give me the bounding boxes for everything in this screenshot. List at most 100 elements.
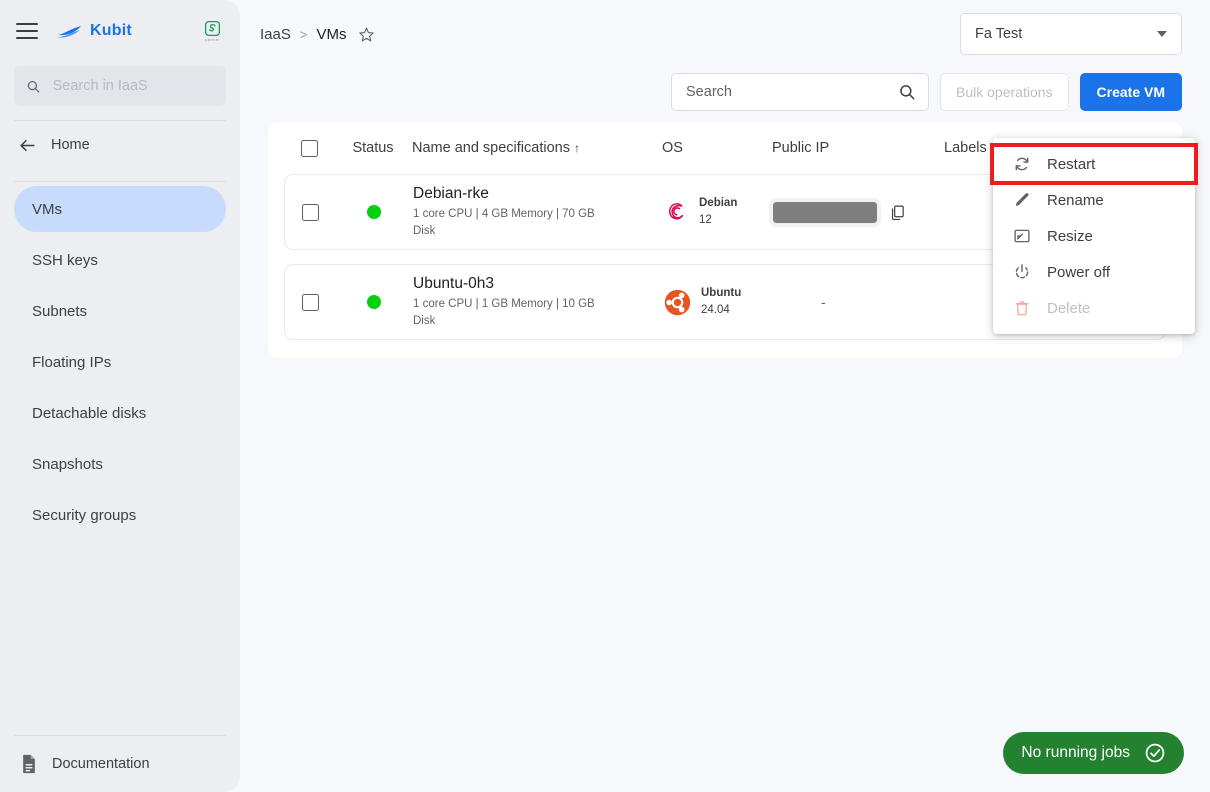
brand-logo[interactable]: Kubit — [56, 22, 132, 40]
column-header-os[interactable]: OS — [662, 140, 772, 156]
sidebar-search-input[interactable] — [52, 78, 214, 94]
search-icon — [27, 80, 40, 93]
arrow-left-icon — [20, 139, 35, 151]
sidebar-home-label: Home — [51, 137, 90, 153]
os-name: Debian — [699, 197, 738, 210]
sidebar-search[interactable] — [14, 66, 226, 106]
row-status-cell — [335, 205, 413, 219]
search-input[interactable] — [686, 84, 899, 100]
public-ip-value: - — [821, 294, 826, 310]
main-content: IaaS > VMs Fa Test Bulk operations — [240, 0, 1210, 792]
menu-item-resize[interactable]: Resize — [993, 218, 1195, 254]
breadcrumb: IaaS > VMs — [260, 26, 375, 43]
row-public-ip-cell: - — [773, 294, 945, 310]
s-logo-glyph — [205, 20, 220, 36]
breadcrumb-separator: > — [299, 26, 308, 42]
row-name-cell: Ubuntu-0h3 1 core CPU | 1 GB Memory | 10… — [413, 275, 663, 329]
sidebar-item-label: Detachable disks — [32, 404, 147, 422]
vm-actions-context-menu: Restart Rename Resize Power off Delete — [990, 138, 1198, 334]
sidebar-item-label: Snapshots — [32, 455, 103, 473]
menu-item-label: Delete — [1047, 299, 1091, 317]
menu-item-delete: Delete — [993, 290, 1195, 326]
vm-specs: 1 core CPU | 4 GB Memory | 70 GB Disk — [413, 208, 595, 237]
sidebar-item-label: Subnets — [32, 302, 88, 320]
running-jobs-status-pill[interactable]: No running jobs — [1003, 732, 1184, 774]
row-checkbox[interactable] — [301, 203, 319, 221]
sidebar-divider-nav — [14, 181, 226, 182]
os-version: 12 — [699, 214, 712, 226]
sidebar-item-vms[interactable]: VMs — [14, 186, 226, 232]
sidebar-item-label: Security groups — [32, 506, 137, 524]
column-header-public-ip[interactable]: Public IP — [772, 140, 944, 156]
row-checkbox[interactable] — [301, 293, 319, 311]
star-outline-icon[interactable] — [358, 26, 375, 43]
kubit-wave-logo — [57, 26, 81, 38]
vm-name[interactable]: Debian-rke — [413, 185, 613, 203]
os-version: 24.04 — [701, 304, 730, 316]
check-circle-icon — [1145, 743, 1165, 763]
sidebar-item-ssh-keys[interactable]: SSH keys — [14, 237, 226, 283]
row-os-cell: Debian 12 — [663, 195, 773, 228]
ubuntu-circle-of-friends-icon — [664, 289, 691, 315]
menu-item-restart[interactable]: Restart — [990, 143, 1198, 185]
table-toolbar: Bulk operations Create VM — [240, 68, 1210, 116]
sidebar-item-floating-ips[interactable]: Floating IPs — [14, 339, 226, 385]
sidebar-header: Kubit partner — [0, 0, 240, 62]
top-bar: IaaS > VMs Fa Test — [240, 0, 1210, 68]
sidebar-footer: Documentation — [0, 735, 240, 792]
os-name: Ubuntu — [701, 287, 742, 300]
sidebar-item-security-groups[interactable]: Security groups — [14, 492, 226, 538]
row-select-cell — [285, 203, 335, 221]
menu-item-label: Rename — [1047, 191, 1104, 209]
sort-ascending-icon: ↑ — [573, 141, 580, 155]
row-public-ip-cell — [769, 197, 945, 227]
search-icon[interactable] — [898, 83, 916, 101]
row-name-cell: Debian-rke 1 core CPU | 4 GB Memory | 70… — [413, 185, 663, 239]
sidebar-item-home[interactable]: Home — [0, 123, 240, 167]
menu-item-label: Restart — [1047, 155, 1096, 173]
debian-swirl-icon — [668, 202, 684, 220]
document-icon — [23, 754, 35, 774]
breadcrumb-current: VMs — [316, 25, 347, 43]
column-header-status[interactable]: Status — [334, 140, 412, 156]
resize-icon — [1013, 227, 1031, 245]
sidebar-item-snapshots[interactable]: Snapshots — [14, 441, 226, 487]
project-selector-value: Fa Test — [975, 26, 1023, 42]
s-logo-caption: partner — [205, 36, 220, 42]
hamburger-icon[interactable] — [16, 23, 38, 39]
vm-specs: 1 core CPU | 1 GB Memory | 10 GB Disk — [413, 298, 595, 327]
sidebar-item-label: VMs — [32, 200, 62, 218]
chevron-down-icon — [1157, 31, 1167, 37]
bulk-operations-button[interactable]: Bulk operations — [940, 73, 1069, 111]
running-jobs-label: No running jobs — [1021, 744, 1130, 761]
vm-name[interactable]: Ubuntu-0h3 — [413, 275, 613, 293]
sidebar-nav: VMs SSH keys Subnets Floating IPs Detach… — [0, 186, 240, 543]
power-off-icon — [1013, 263, 1031, 281]
status-badge-running — [367, 205, 381, 219]
select-all-checkbox[interactable] — [300, 139, 318, 157]
os-info: Ubuntu 24.04 — [701, 285, 741, 318]
sidebar-item-detachable-disks[interactable]: Detachable disks — [14, 390, 226, 436]
menu-item-rename[interactable]: Rename — [993, 182, 1195, 218]
status-badge-running — [367, 295, 381, 309]
s-logo[interactable]: partner — [205, 20, 220, 42]
copy-icon[interactable] — [889, 204, 906, 221]
sidebar: Kubit partner Home — [0, 0, 240, 792]
sidebar-item-subnets[interactable]: Subnets — [14, 288, 226, 334]
column-header-name-label: Name and specifications — [412, 140, 570, 156]
table-search[interactable] — [671, 73, 930, 111]
brand-name: Kubit — [90, 22, 132, 39]
breadcrumb-root[interactable]: IaaS — [260, 26, 291, 43]
sidebar-item-label: Floating IPs — [32, 353, 112, 371]
sidebar-item-label: SSH keys — [32, 251, 98, 269]
trash-icon — [1013, 299, 1031, 317]
project-selector[interactable]: Fa Test — [960, 13, 1182, 55]
pencil-icon — [1013, 191, 1031, 209]
sidebar-item-documentation[interactable]: Documentation — [0, 736, 240, 792]
application-window: Kubit partner Home — [0, 0, 1210, 792]
restart-icon — [1013, 155, 1031, 173]
menu-item-power-off[interactable]: Power off — [993, 254, 1195, 290]
column-header-name[interactable]: Name and specifications ↑ — [412, 140, 662, 156]
row-status-cell — [335, 295, 413, 309]
create-vm-button[interactable]: Create VM — [1079, 73, 1182, 111]
